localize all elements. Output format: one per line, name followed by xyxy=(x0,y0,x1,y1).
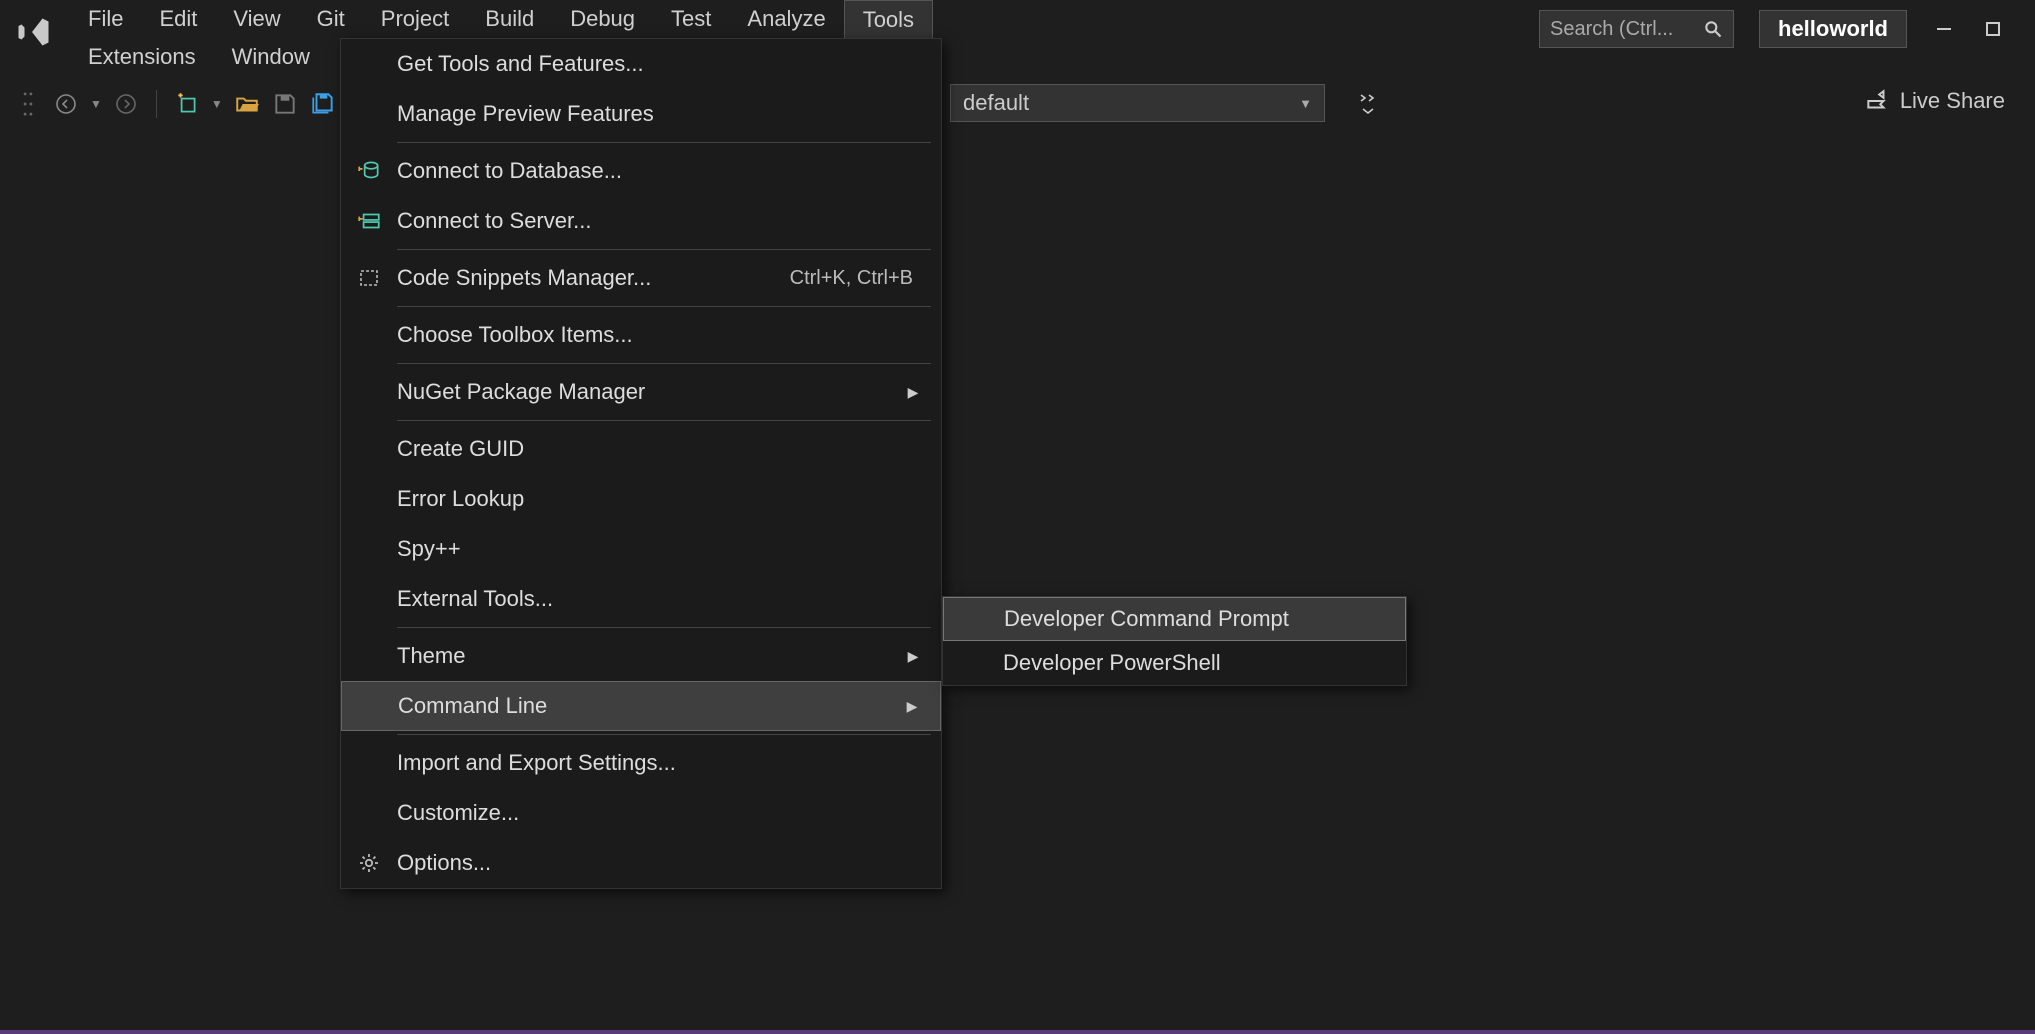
search-icon xyxy=(1703,19,1723,39)
menu-item-label: External Tools... xyxy=(397,586,923,612)
menu-build[interactable]: Build xyxy=(467,0,552,38)
menu-window[interactable]: Window xyxy=(214,38,328,76)
save-all-button[interactable] xyxy=(309,90,337,118)
maximize-button[interactable] xyxy=(1981,17,2005,41)
menu-separator xyxy=(397,420,931,421)
menu-debug[interactable]: Debug xyxy=(552,0,653,38)
vs-logo-icon xyxy=(0,0,70,50)
submenu-arrow-icon: ▶ xyxy=(903,648,923,665)
tools-external-tools[interactable]: External Tools... xyxy=(341,574,941,624)
toolbar: ▼ ▼ xyxy=(0,80,351,128)
menu-item-label: Import and Export Settings... xyxy=(397,750,923,776)
tools-connect-database[interactable]: Connect to Database... xyxy=(341,146,941,196)
menu-item-shortcut: Ctrl+K, Ctrl+B xyxy=(790,267,923,290)
menu-item-label: Spy++ xyxy=(397,536,923,562)
menu-separator xyxy=(397,306,931,307)
tools-theme[interactable]: Theme ▶ xyxy=(341,631,941,681)
drag-handle-icon[interactable] xyxy=(14,90,42,118)
submenu-arrow-icon: ▶ xyxy=(902,698,922,715)
nav-back-dropdown-icon[interactable]: ▼ xyxy=(90,97,102,111)
menu-item-label: Create GUID xyxy=(397,436,923,462)
menu-edit[interactable]: Edit xyxy=(141,0,215,38)
snippet-icon xyxy=(341,266,397,290)
toolbar-overflow-button[interactable] xyxy=(1352,84,1384,124)
submenu-item-label: Developer PowerShell xyxy=(1003,650,1221,676)
menu-extensions[interactable]: Extensions xyxy=(70,38,214,76)
menu-separator xyxy=(397,734,931,735)
menu-item-label: Get Tools and Features... xyxy=(397,51,923,77)
nav-back-button[interactable] xyxy=(52,90,80,118)
menu-separator xyxy=(397,249,931,250)
configuration-selected: default xyxy=(963,90,1029,116)
menu-item-label: NuGet Package Manager xyxy=(397,379,903,405)
menu-row-1: File Edit View Git Project Build Debug T… xyxy=(70,0,933,38)
nav-forward-button[interactable] xyxy=(112,90,140,118)
menu-item-label: Customize... xyxy=(397,800,923,826)
menu-separator xyxy=(397,627,931,628)
menu-item-label: Manage Preview Features xyxy=(397,101,923,127)
server-icon xyxy=(341,208,397,234)
menu-separator xyxy=(397,363,931,364)
tools-dropdown: Get Tools and Features... Manage Preview… xyxy=(340,38,942,889)
database-icon xyxy=(341,158,397,184)
tools-create-guid[interactable]: Create GUID xyxy=(341,424,941,474)
tools-options[interactable]: Options... xyxy=(341,838,941,888)
live-share-label: Live Share xyxy=(1900,88,2005,114)
menu-git[interactable]: Git xyxy=(299,0,363,38)
submenu-arrow-icon: ▶ xyxy=(903,384,923,401)
menu-separator xyxy=(397,142,931,143)
command-line-submenu: Developer Command Prompt Developer Power… xyxy=(942,596,1407,686)
tools-nuget[interactable]: NuGet Package Manager ▶ xyxy=(341,367,941,417)
menu-project[interactable]: Project xyxy=(363,0,467,38)
tools-manage-preview[interactable]: Manage Preview Features xyxy=(341,89,941,139)
toolbar-separator xyxy=(156,90,157,118)
menu-file[interactable]: File xyxy=(70,0,141,38)
titlebar-right: Search (Ctrl... helloworld xyxy=(1509,0,2035,58)
menu-view[interactable]: View xyxy=(215,0,298,38)
menu-item-label: Connect to Server... xyxy=(397,208,923,234)
new-item-button[interactable] xyxy=(173,90,201,118)
gear-icon xyxy=(341,851,397,875)
search-placeholder: Search (Ctrl... xyxy=(1550,18,1673,41)
menu-item-label: Connect to Database... xyxy=(397,158,923,184)
configuration-dropdown[interactable]: default ▼ xyxy=(950,84,1325,122)
solution-name[interactable]: helloworld xyxy=(1759,10,1907,48)
tools-customize[interactable]: Customize... xyxy=(341,788,941,838)
submenu-item-label: Developer Command Prompt xyxy=(1004,606,1289,632)
tools-get-tools[interactable]: Get Tools and Features... xyxy=(341,39,941,89)
new-item-dropdown-icon[interactable]: ▼ xyxy=(211,97,223,111)
save-button[interactable] xyxy=(271,90,299,118)
menu-item-label: Command Line xyxy=(398,693,902,719)
open-file-button[interactable] xyxy=(233,90,261,118)
submenu-dev-command-prompt[interactable]: Developer Command Prompt xyxy=(943,597,1406,641)
menu-item-label: Code Snippets Manager... xyxy=(397,265,790,291)
menu-item-label: Theme xyxy=(397,643,903,669)
live-share-button[interactable]: Live Share xyxy=(1864,88,2005,114)
tools-spy[interactable]: Spy++ xyxy=(341,524,941,574)
status-bar xyxy=(0,1030,2035,1034)
tools-code-snippets[interactable]: Code Snippets Manager... Ctrl+K, Ctrl+B xyxy=(341,253,941,303)
menu-item-label: Choose Toolbox Items... xyxy=(397,322,923,348)
search-input[interactable]: Search (Ctrl... xyxy=(1539,10,1734,48)
tools-choose-toolbox[interactable]: Choose Toolbox Items... xyxy=(341,310,941,360)
tools-command-line[interactable]: Command Line ▶ xyxy=(341,681,941,731)
share-icon xyxy=(1864,88,1890,114)
menu-item-label: Options... xyxy=(397,850,923,876)
menu-tools[interactable]: Tools xyxy=(844,0,933,39)
tools-connect-server[interactable]: Connect to Server... xyxy=(341,196,941,246)
tools-import-export[interactable]: Import and Export Settings... xyxy=(341,738,941,788)
chevron-down-icon: ▼ xyxy=(1299,96,1312,111)
minimize-button[interactable] xyxy=(1932,17,1956,41)
menu-item-label: Error Lookup xyxy=(397,486,923,512)
menu-test[interactable]: Test xyxy=(653,0,729,38)
menu-analyze[interactable]: Analyze xyxy=(729,0,843,38)
submenu-dev-powershell[interactable]: Developer PowerShell xyxy=(943,641,1406,685)
tools-error-lookup[interactable]: Error Lookup xyxy=(341,474,941,524)
